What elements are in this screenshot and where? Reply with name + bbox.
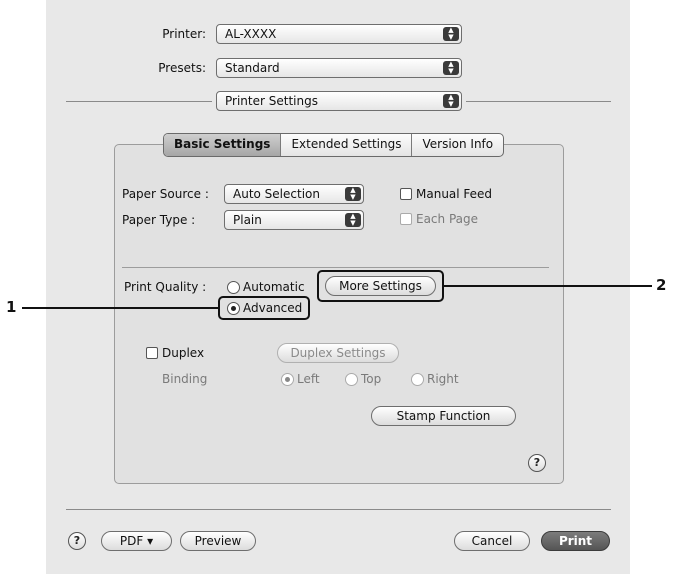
binding-left-radio[interactable] [281, 373, 294, 386]
automatic-label: Automatic [243, 280, 305, 294]
tab-extended-settings[interactable]: Extended Settings [280, 134, 411, 156]
print-quality-label: Print Quality : [124, 280, 207, 294]
binding-right-label: Right [427, 372, 459, 386]
binding-label: Binding [162, 372, 208, 386]
presets-popup[interactable]: Standard ▲ ▼ [216, 58, 462, 78]
print-button[interactable]: Print [541, 531, 610, 551]
tab-bar: Basic Settings Extended Settings Version… [163, 133, 505, 157]
automatic-radio[interactable] [227, 281, 240, 294]
each-page-label: Each Page [416, 212, 479, 226]
callout-box-more-settings [317, 270, 444, 302]
binding-right-radio[interactable] [411, 373, 424, 386]
paper-type-popup[interactable]: Plain ▲ ▼ [224, 210, 364, 230]
separator-right [466, 101, 611, 102]
printer-label: Printer: [162, 27, 206, 41]
callout-number-1: 1 [6, 298, 17, 316]
preview-button[interactable]: Preview [180, 531, 256, 551]
popup-arrows-icon: ▲ ▼ [345, 187, 361, 201]
callout-number-2: 2 [656, 276, 667, 294]
popup-arrows-icon: ▲ ▼ [345, 213, 361, 227]
each-page-checkbox[interactable] [400, 213, 412, 225]
printer-value: AL-XXXX [225, 27, 277, 41]
binding-top-label: Top [361, 372, 382, 386]
panel-popup[interactable]: Printer Settings ▲ ▼ [216, 91, 462, 111]
presets-label: Presets: [158, 61, 206, 75]
duplex-label: Duplex [162, 346, 205, 360]
binding-left-label: Left [297, 372, 320, 386]
callout-line-1 [22, 307, 218, 309]
duplex-checkbox[interactable] [146, 347, 158, 359]
stamp-function-button[interactable]: Stamp Function [371, 406, 516, 426]
popup-arrows-icon: ▲ ▼ [443, 27, 459, 41]
callout-box-advanced [218, 296, 310, 320]
cancel-button[interactable]: Cancel [454, 531, 530, 551]
binding-top-radio[interactable] [345, 373, 358, 386]
separator-left [66, 101, 212, 102]
popup-arrows-icon: ▲ ▼ [443, 94, 459, 108]
box-divider [122, 267, 549, 268]
paper-source-value: Auto Selection [233, 187, 320, 201]
printer-popup[interactable]: AL-XXXX ▲ ▼ [216, 24, 462, 44]
help-icon[interactable]: ? [528, 454, 546, 472]
paper-source-label: Paper Source : [122, 187, 209, 201]
manual-feed-label: Manual Feed [416, 187, 493, 201]
footer-separator [66, 509, 611, 510]
panel-value: Printer Settings [225, 94, 318, 108]
presets-value: Standard [225, 61, 280, 75]
manual-feed-checkbox[interactable] [400, 188, 412, 200]
callout-line-2 [444, 285, 652, 287]
duplex-settings-button[interactable]: Duplex Settings [277, 343, 399, 363]
tab-version-info[interactable]: Version Info [411, 134, 503, 156]
pdf-button[interactable]: PDF ▾ [101, 531, 172, 551]
popup-arrows-icon: ▲ ▼ [443, 61, 459, 75]
paper-type-label: Paper Type : [122, 213, 196, 227]
paper-type-value: Plain [233, 213, 262, 227]
paper-source-popup[interactable]: Auto Selection ▲ ▼ [224, 184, 364, 204]
help-icon[interactable]: ? [68, 532, 86, 550]
tab-basic-settings[interactable]: Basic Settings [164, 134, 281, 156]
